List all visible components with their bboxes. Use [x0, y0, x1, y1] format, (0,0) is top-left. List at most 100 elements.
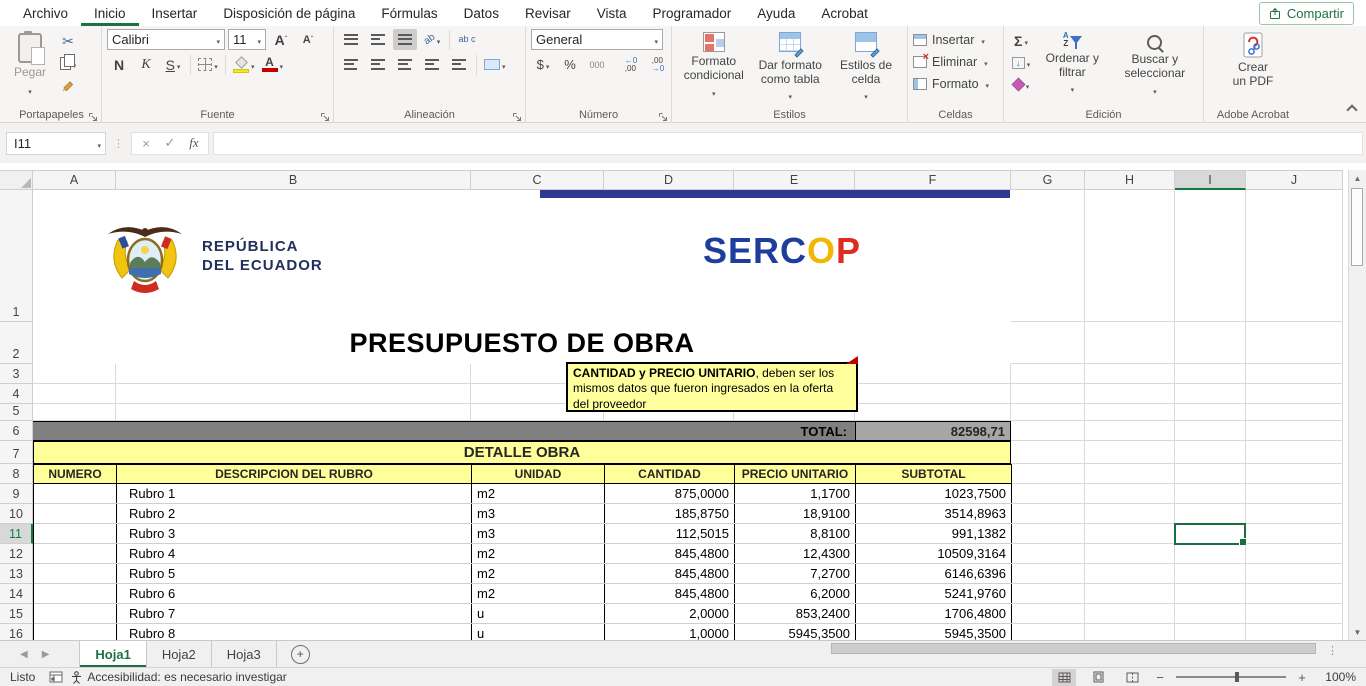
align-right-button[interactable] — [393, 54, 417, 75]
number-format-select[interactable]: General — [531, 29, 663, 50]
table-cell[interactable]: 112,5015 — [605, 524, 735, 543]
underline-button[interactable]: S — [161, 54, 185, 75]
table-cell[interactable]: 1,0000 — [605, 624, 735, 640]
zoom-slider[interactable] — [1176, 676, 1286, 678]
table-header-cell[interactable]: PRECIO UNITARIO — [735, 464, 856, 484]
fill-button[interactable]: ↓ — [1009, 52, 1033, 73]
view-page-break-button[interactable] — [1120, 669, 1144, 686]
table-cell[interactable]: u — [472, 624, 605, 640]
table-header-cell[interactable]: SUBTOTAL — [856, 464, 1012, 484]
column-header-j[interactable]: J — [1246, 170, 1343, 190]
insert-cells-button[interactable]: Insertar — [913, 29, 998, 50]
fill-color-button[interactable] — [231, 54, 257, 75]
wrap-text-button[interactable]: ab c — [455, 29, 479, 50]
paste-button[interactable]: Pegar — [7, 29, 53, 107]
cancel-button[interactable]: × — [135, 136, 157, 151]
font-color-button[interactable]: A — [260, 54, 286, 75]
row-header-10[interactable]: 10 — [0, 504, 33, 524]
row-header-2[interactable]: 2 — [0, 322, 33, 364]
copy-button[interactable] — [56, 53, 80, 74]
ribbon-tab-inicio[interactable]: Inicio — [81, 0, 139, 26]
tab-splitter-icon[interactable]: ⋮ — [1327, 646, 1338, 657]
decrease-indent-button[interactable] — [420, 54, 444, 75]
conditional-formatting-button[interactable]: Formato condicional — [677, 29, 751, 107]
collapse-ribbon-button[interactable] — [1348, 106, 1356, 114]
table-cell[interactable]: Rubro 3 — [117, 524, 472, 543]
row-header-11[interactable]: 11 — [0, 524, 33, 544]
format-as-table-button[interactable]: Dar formato como tabla — [754, 29, 828, 107]
table-cell[interactable] — [34, 544, 117, 563]
delete-cells-button[interactable]: Eliminar — [913, 51, 998, 72]
table-cell[interactable]: 18,9100 — [735, 504, 856, 523]
ribbon-tab-f-rmulas[interactable]: Fórmulas — [368, 0, 450, 26]
align-left-button[interactable] — [339, 54, 363, 75]
number-dialog-launcher[interactable] — [658, 109, 668, 119]
table-cell[interactable]: m2 — [472, 564, 605, 583]
sort-filter-button[interactable]: AZ Ordenar y filtrar — [1036, 29, 1109, 107]
table-cell[interactable]: 6,2000 — [735, 584, 856, 603]
table-cell[interactable] — [34, 564, 117, 583]
table-header-cell[interactable]: NUMERO — [34, 464, 117, 484]
scroll-up-icon[interactable]: ▲ — [1349, 170, 1366, 186]
grow-font-button[interactable]: Aˆ — [269, 29, 293, 50]
view-page-layout-button[interactable] — [1086, 669, 1110, 686]
bold-button[interactable]: N — [107, 54, 131, 75]
column-header-c[interactable]: C — [471, 170, 604, 190]
table-cell[interactable] — [34, 484, 117, 503]
table-cell[interactable]: m2 — [472, 544, 605, 563]
table-cell[interactable]: 5945,3500 — [856, 624, 1012, 640]
insert-function-button[interactable]: fx — [183, 135, 205, 151]
table-cell[interactable]: 991,1382 — [856, 524, 1012, 543]
comma-format-button[interactable]: 000 — [585, 54, 609, 75]
table-cell[interactable]: Rubro 6 — [117, 584, 472, 603]
shrink-font-button[interactable]: Aˇ — [296, 29, 320, 50]
sheet-tab-hoja1[interactable]: Hoja1 — [79, 641, 146, 667]
horizontal-scrollbar[interactable] — [336, 641, 1326, 667]
row-header-13[interactable]: 13 — [0, 564, 33, 584]
zoom-in-button[interactable]: + — [1296, 670, 1308, 685]
table-cell[interactable]: m2 — [472, 484, 605, 503]
name-box[interactable]: I11 — [6, 132, 106, 155]
ribbon-tab-revisar[interactable]: Revisar — [512, 0, 584, 26]
font-dialog-launcher[interactable] — [320, 109, 330, 119]
row-header-9[interactable]: 9 — [0, 484, 33, 504]
column-header-d[interactable]: D — [604, 170, 734, 190]
row-header-12[interactable]: 12 — [0, 544, 33, 564]
formula-input[interactable] — [213, 132, 1363, 155]
orientation-button[interactable]: ab — [420, 29, 444, 50]
macro-record-button[interactable] — [49, 671, 63, 683]
table-cell[interactable]: u — [472, 604, 605, 623]
table-cell[interactable]: 5945,3500 — [735, 624, 856, 640]
create-pdf-button[interactable]: Crear un PDF — [1226, 29, 1280, 107]
borders-button[interactable] — [196, 54, 220, 75]
horizontal-scrollbar-thumb[interactable] — [831, 643, 1316, 654]
increase-decimal-button[interactable]: ←0,00 — [619, 54, 643, 75]
percent-format-button[interactable]: % — [558, 54, 582, 75]
table-cell[interactable]: 5241,9760 — [856, 584, 1012, 603]
align-middle-button[interactable] — [366, 29, 390, 50]
align-center-button[interactable] — [366, 54, 390, 75]
selected-cell[interactable] — [1174, 523, 1246, 545]
table-header-cell[interactable]: UNIDAD — [472, 464, 605, 484]
autosum-button[interactable]: Σ — [1009, 30, 1033, 51]
vertical-scrollbar-thumb[interactable] — [1351, 188, 1363, 266]
sheet-tab-hoja3[interactable]: Hoja3 — [212, 641, 277, 667]
zoom-slider-thumb[interactable] — [1235, 672, 1239, 682]
table-cell[interactable]: 10509,3164 — [856, 544, 1012, 563]
row-header-8[interactable]: 8 — [0, 464, 33, 484]
row-header-5[interactable]: 5 — [0, 404, 33, 421]
zoom-level[interactable]: 100% — [1318, 670, 1356, 684]
table-cell[interactable]: 1706,4800 — [856, 604, 1012, 623]
sheet-tab-hoja2[interactable]: Hoja2 — [147, 641, 212, 667]
sheet-grid[interactable]: 12345678910111213141516 REPÚBLICA DEL EC… — [0, 190, 1348, 640]
table-cell[interactable]: m3 — [472, 504, 605, 523]
table-cell[interactable]: 8,8100 — [735, 524, 856, 543]
column-header-i[interactable]: I — [1175, 170, 1246, 190]
row-header-14[interactable]: 14 — [0, 584, 33, 604]
column-header-h[interactable]: H — [1085, 170, 1175, 190]
ribbon-tab-vista[interactable]: Vista — [584, 0, 640, 26]
column-header-e[interactable]: E — [734, 170, 855, 190]
table-cell[interactable]: 6146,6396 — [856, 564, 1012, 583]
cut-button[interactable]: ✂ — [56, 31, 80, 52]
ribbon-tab-archivo[interactable]: Archivo — [10, 0, 81, 26]
